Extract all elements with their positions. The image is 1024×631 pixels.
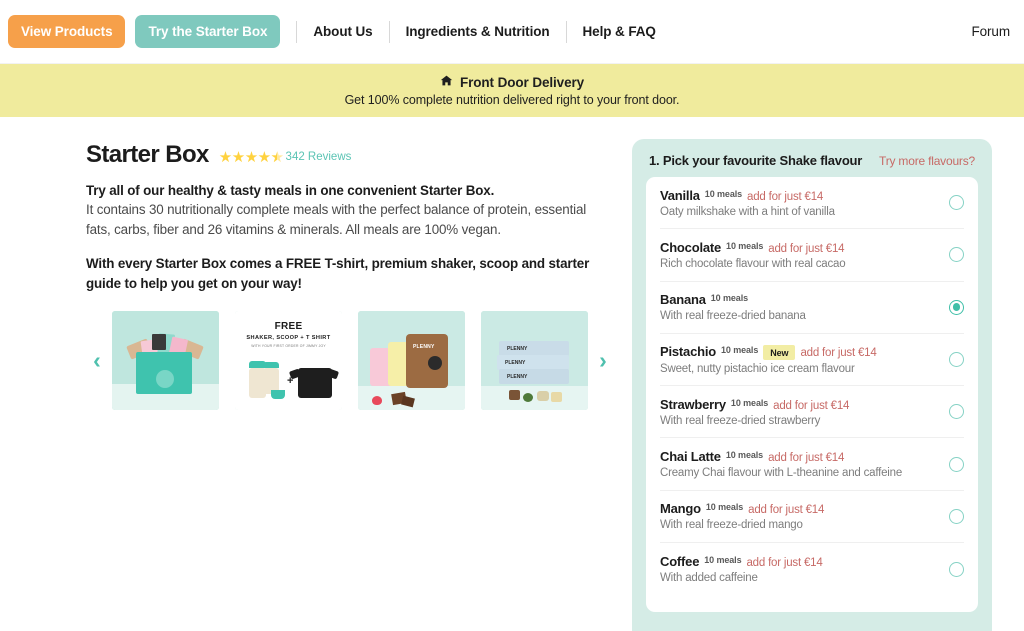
carousel-prev-icon[interactable]: ‹ xyxy=(86,349,108,372)
delivery-banner-title: Front Door Delivery xyxy=(459,74,585,90)
flavour-selection-panel: 1. Pick your favourite Shake flavour Try… xyxy=(632,139,992,631)
flavour-meals: 10 meals xyxy=(704,188,743,199)
flavour-meals: 10 meals xyxy=(730,397,769,408)
flavour-name: Banana xyxy=(660,292,706,308)
flavour-description: With real freeze-dried strawberry xyxy=(660,414,821,427)
thumbnail-brand-label: PLENNY xyxy=(507,346,528,353)
flavour-meals: 10 meals xyxy=(704,555,742,566)
thumbnail-brand-label: PLENNY xyxy=(505,360,526,367)
product-details-column: Starter Box ★ ★ ★ ★ ★ 342 Reviews Try al… xyxy=(0,117,632,631)
nav-link-help-faq[interactable]: Help & FAQ xyxy=(583,24,656,39)
flavour-meals: 10 meals xyxy=(705,502,744,513)
flavour-meals: 10 meals xyxy=(710,293,748,304)
carousel-next-icon[interactable]: › xyxy=(592,349,614,372)
flavour-description: With added caffeine xyxy=(660,572,758,585)
flavour-step-title: 1. Pick your favourite Shake flavour xyxy=(649,153,863,168)
flavour-radio-banana[interactable] xyxy=(949,299,964,315)
product-title-row: Starter Box ★ ★ ★ ★ ★ 342 Reviews xyxy=(86,141,602,169)
flavour-name: Vanilla xyxy=(660,187,700,203)
flavour-description: Rich chocolate flavour with real cacao xyxy=(660,257,846,270)
flavour-price: add for just €14 xyxy=(748,504,825,517)
nav-divider xyxy=(296,20,298,43)
home-icon xyxy=(440,74,453,90)
product-thumbnail-2[interactable]: FREE SHAKER, SCOOP + T SHIRT WITH YOUR F… xyxy=(235,311,342,411)
product-bonus-text: With every Starter Box comes a FREE T-sh… xyxy=(86,256,590,291)
flavour-option-chai-latte[interactable]: Chai Latte 10 meals add for just €14 Cre… xyxy=(660,438,964,491)
star-full-icon: ★ xyxy=(257,149,271,166)
delivery-banner-subtitle: Get 100% complete nutrition delivered ri… xyxy=(344,93,680,107)
thumbnail-items-label: SHAKER, SCOOP + T SHIRT xyxy=(246,335,331,342)
flavour-description: Creamy Chai flavour with L-theanine and … xyxy=(660,467,903,480)
thumbnail-note-label: WITH YOUR FIRST ORDER OF JIMMY JOY xyxy=(251,344,326,349)
flavour-name: Chocolate xyxy=(660,239,722,255)
flavour-meals: 10 meals xyxy=(725,450,764,461)
flavour-radio-pistachio[interactable] xyxy=(949,352,964,368)
flavour-option-strawberry[interactable]: Strawberry 10 meals add for just €14 Wit… xyxy=(660,386,964,439)
flavour-price: add for just €14 xyxy=(773,399,850,412)
flavour-radio-vanilla[interactable] xyxy=(949,195,964,211)
product-thumbnail-3[interactable]: PLENNY xyxy=(358,311,465,411)
flavour-panel-header: 1. Pick your favourite Shake flavour Try… xyxy=(646,153,978,177)
flavour-option-vanilla[interactable]: Vanilla 10 meals add for just €14 Oaty m… xyxy=(660,177,964,230)
flavour-meals: 10 meals xyxy=(721,344,759,355)
flavour-radio-strawberry[interactable] xyxy=(949,404,964,420)
flavour-option-mango[interactable]: Mango 10 meals add for just €14 With rea… xyxy=(660,491,964,544)
nav-divider xyxy=(565,20,567,43)
product-headline: Try all of our healthy & tasty meals in … xyxy=(86,183,495,198)
product-thumbnail-1[interactable] xyxy=(112,311,219,411)
flavour-name: Chai Latte xyxy=(660,449,721,465)
flavour-price: add for just €14 xyxy=(768,242,845,255)
flavour-description: Sweet, nutty pistachio ice cream flavour xyxy=(660,363,855,376)
flavour-price: add for just €14 xyxy=(768,452,845,465)
star-full-icon: ★ xyxy=(231,149,245,166)
try-more-flavours-link[interactable]: Try more flavours? xyxy=(879,154,975,168)
flavour-option-coffee[interactable]: Coffee 10 meals add for just €14 With ad… xyxy=(660,543,964,595)
nav-divider xyxy=(388,20,390,43)
product-thumbnail-4[interactable]: PLENNY PLENNY PLENNY xyxy=(481,311,588,411)
flavour-meals: 10 meals xyxy=(726,240,764,251)
top-navigation-bar: View Products Try the Starter Box About … xyxy=(0,0,1024,64)
try-starter-box-button[interactable]: Try the Starter Box xyxy=(135,15,281,48)
flavour-name: Mango xyxy=(660,501,701,517)
flavour-price: add for just €14 xyxy=(747,190,824,203)
flavour-price: add for just €14 xyxy=(800,346,877,359)
star-full-icon: ★ xyxy=(244,149,258,166)
flavour-description: With real freeze-dried mango xyxy=(660,519,803,532)
flavour-option-chocolate[interactable]: Chocolate 10 meals add for just €14 Rich… xyxy=(660,229,964,282)
star-full-icon: ★ xyxy=(218,149,232,166)
product-body-text: It contains 30 nutritionally complete me… xyxy=(86,202,587,238)
flavour-list: Vanilla 10 meals add for just €14 Oaty m… xyxy=(646,177,978,612)
delivery-banner: Front Door Delivery Get 100% complete nu… xyxy=(0,64,1024,117)
star-rating[interactable]: ★ ★ ★ ★ ★ 342 Reviews xyxy=(219,150,352,165)
flavour-radio-chocolate[interactable] xyxy=(949,247,964,263)
star-half-icon: ★ xyxy=(271,150,284,165)
delivery-banner-title-row: Front Door Delivery xyxy=(440,74,584,90)
new-badge: New xyxy=(763,345,796,361)
product-image-carousel: ‹ FREE SHAKER, SCOOP + T SHIRT WITH YOUR… xyxy=(86,311,626,411)
nav-link-forum[interactable]: Forum xyxy=(971,24,1010,39)
flavour-radio-mango[interactable] xyxy=(949,508,964,524)
thumbnail-free-label: FREE xyxy=(274,321,303,333)
flavour-description: Oaty milkshake with a hint of vanilla xyxy=(660,205,835,218)
nav-link-about-us[interactable]: About Us xyxy=(313,24,372,39)
flavour-name: Pistachio xyxy=(660,343,716,359)
thumbnail-brand-label: PLENNY xyxy=(413,344,435,351)
view-products-button[interactable]: View Products xyxy=(8,15,126,48)
reviews-count-link[interactable]: 342 Reviews xyxy=(286,151,352,164)
page-title: Starter Box xyxy=(86,141,209,168)
thumbnail-brand-label: PLENNY xyxy=(507,374,528,381)
flavour-name: Coffee xyxy=(660,554,700,570)
flavour-radio-chai-latte[interactable] xyxy=(949,456,964,472)
flavour-option-pistachio[interactable]: Pistachio 10 meals New add for just €14 … xyxy=(660,334,964,387)
flavour-name: Strawberry xyxy=(660,396,726,412)
carousel-thumbnails: FREE SHAKER, SCOOP + T SHIRT WITH YOUR F… xyxy=(112,311,588,411)
flavour-option-banana[interactable]: Banana 10 meals With real freeze-dried b… xyxy=(660,282,964,334)
flavour-radio-coffee[interactable] xyxy=(949,561,964,577)
flavour-price: add for just €14 xyxy=(746,557,823,570)
flavour-description: With real freeze-dried banana xyxy=(660,310,806,323)
nav-link-ingredients-nutrition[interactable]: Ingredients & Nutrition xyxy=(406,24,550,39)
